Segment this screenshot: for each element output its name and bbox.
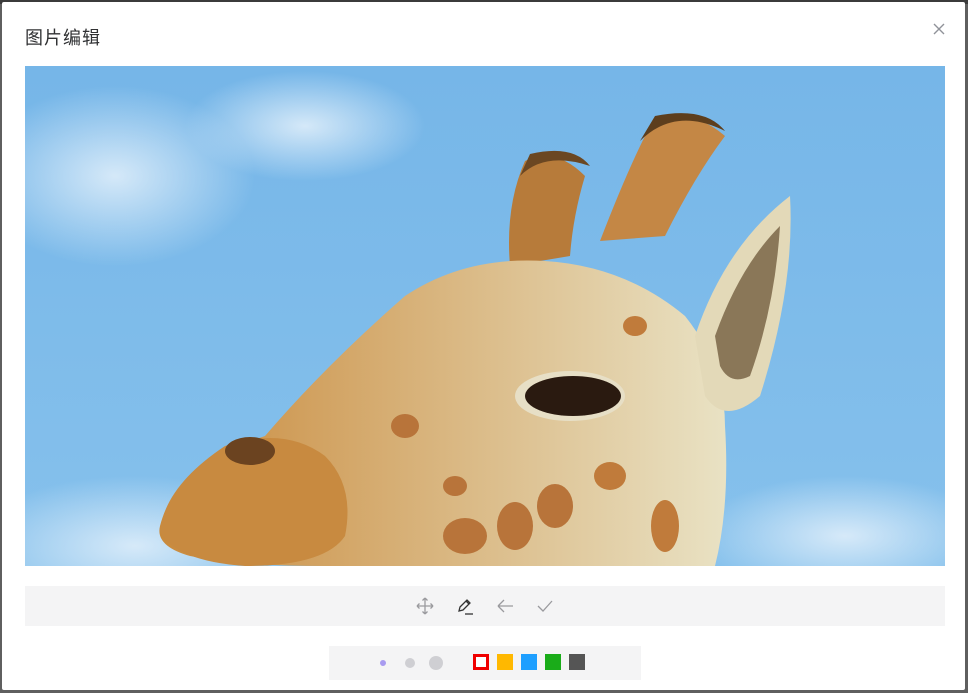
arrow-left-icon	[497, 599, 513, 613]
image-edit-dialog: 图片编辑	[2, 2, 965, 690]
color-swatch-blue[interactable]	[521, 654, 537, 670]
move-tool-button[interactable]	[413, 594, 437, 618]
brush-size-large[interactable]	[429, 656, 443, 670]
color-swatch-green[interactable]	[545, 654, 561, 670]
brush-palette	[329, 646, 641, 680]
pencil-icon	[458, 599, 473, 615]
undo-button[interactable]	[493, 594, 517, 618]
brush-size-small[interactable]	[380, 660, 386, 666]
dialog-title: 图片编辑	[25, 28, 101, 49]
confirm-button[interactable]	[533, 594, 557, 618]
edit-toolbar	[25, 586, 945, 626]
close-icon[interactable]	[931, 21, 947, 37]
color-swatch-gray[interactable]	[569, 654, 585, 670]
color-swatch-yellow[interactable]	[497, 654, 513, 670]
color-swatch-red[interactable]	[473, 654, 489, 670]
edited-image[interactable]	[25, 66, 945, 566]
brush-size-medium[interactable]	[405, 658, 415, 668]
draw-tool-button[interactable]	[453, 594, 477, 618]
check-icon	[537, 600, 553, 612]
move-arrows-icon	[416, 597, 434, 615]
